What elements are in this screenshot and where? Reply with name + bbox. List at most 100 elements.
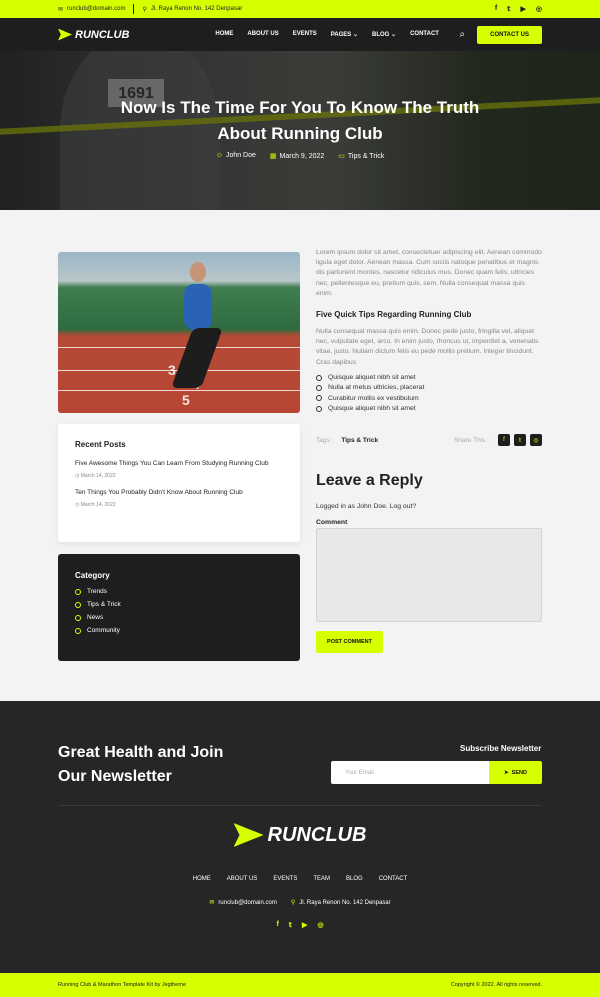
topbar-email[interactable]: ✉ runclub@domain.com bbox=[58, 6, 125, 13]
recent-post-date: ◷ March 14, 2022 bbox=[75, 502, 283, 508]
nav-item-events[interactable]: EVENTS bbox=[293, 31, 317, 38]
circle-check-icon bbox=[316, 384, 322, 391]
user-icon: ☺ bbox=[215, 152, 223, 159]
nav-item-blog-label: BLOG bbox=[372, 32, 390, 38]
footer-socials: f 𝕥 ▶ ◎ bbox=[0, 921, 600, 929]
recent-post-date-text: March 14, 2022 bbox=[80, 473, 116, 479]
newsletter-email-input[interactable]: Your Email bbox=[331, 761, 489, 784]
footer-logo[interactable]: RUNCLUB bbox=[0, 823, 600, 847]
newsletter-send-button[interactable]: ➤ SEND bbox=[489, 761, 542, 784]
category-item-trends[interactable]: Trends bbox=[75, 588, 283, 595]
recent-posts-heading: Recent Posts bbox=[75, 440, 126, 449]
nav-item-home[interactable]: HOME bbox=[215, 31, 233, 38]
nav-item-contact[interactable]: CONTACT bbox=[410, 31, 439, 38]
footer-nav-team[interactable]: TEAM bbox=[313, 876, 330, 882]
checklist-item-text: Quisque aliquet nibh sit amet bbox=[328, 374, 416, 381]
runner-figure bbox=[171, 258, 223, 408]
post-featured-image: 3 4 5 bbox=[58, 252, 300, 413]
runclub-logo-icon bbox=[233, 823, 264, 847]
top-bar: ✉ runclub@domain.com ⚲ Jl. Raya Renon No… bbox=[0, 0, 600, 18]
facebook-icon[interactable]: f bbox=[495, 5, 497, 13]
search-icon[interactable]: ⌕ bbox=[460, 29, 466, 40]
footer-divider bbox=[58, 805, 542, 806]
post-title: Now Is The Time For You To Know The Trut… bbox=[0, 95, 600, 147]
recent-post-title[interactable]: Five Awesome Things You Can Learn From S… bbox=[75, 459, 283, 469]
circle-check-icon bbox=[316, 374, 322, 381]
footer-email[interactable]: ✉ runclub@domain.com bbox=[209, 899, 276, 906]
category-item-label: Tips & Trick bbox=[87, 601, 121, 608]
instagram-icon[interactable]: ◎ bbox=[536, 5, 542, 13]
category-item-tips[interactable]: Tips & Trick bbox=[75, 601, 283, 608]
post-comment-button[interactable]: POST COMMENT bbox=[316, 631, 383, 653]
post-title-line1: Now Is The Time For You To Know The Trut… bbox=[120, 98, 480, 117]
footer-nav-contact[interactable]: CONTACT bbox=[379, 876, 408, 882]
article-subheading: Five Quick Tips Regarding Running Club bbox=[316, 310, 472, 319]
instagram-icon[interactable]: ◎ bbox=[317, 921, 323, 929]
nav-item-blog[interactable]: BLOG ⌄ bbox=[372, 31, 396, 38]
youtube-icon[interactable]: ▶ bbox=[521, 5, 526, 13]
bottom-bar: Running Club & Marathon Template Kit by … bbox=[0, 973, 600, 997]
chevron-down-icon: ⌄ bbox=[391, 32, 397, 38]
circle-check-icon bbox=[316, 395, 322, 402]
contact-us-button[interactable]: CONTACT US bbox=[477, 25, 542, 44]
checklist-item: Quisque aliquet nibh sit amet bbox=[316, 405, 424, 412]
post-category-text: Tips & Trick bbox=[347, 153, 385, 160]
map-pin-icon: ⚲ bbox=[290, 900, 296, 906]
twitter-icon[interactable]: 𝕥 bbox=[514, 434, 526, 446]
newsletter-headline: Great Health and Join Our Newsletter bbox=[58, 741, 223, 789]
topbar-address-text: Jl. Raya Renon No. 142 Denpasar bbox=[150, 6, 243, 12]
comment-label: Comment bbox=[316, 519, 348, 526]
share-label: Share This : bbox=[454, 436, 489, 444]
tag-link[interactable]: Tips & Trick bbox=[341, 437, 378, 444]
article-checklist: Quisque aliquet nibh sit amet Nulla at m… bbox=[316, 374, 424, 416]
footer-address-text: Jl. Raya Renon No. 142 Denpasar bbox=[299, 900, 391, 906]
nav-item-about[interactable]: ABOUT US bbox=[247, 31, 278, 38]
category-item-community[interactable]: Community bbox=[75, 627, 283, 634]
twitter-icon[interactable]: 𝕥 bbox=[507, 5, 510, 13]
leave-reply-heading: Leave a Reply bbox=[316, 472, 423, 489]
category-item-news[interactable]: News bbox=[75, 614, 283, 621]
article-body: Nulla consequat massa quis enim. Donec p… bbox=[316, 328, 539, 366]
twitter-icon[interactable]: 𝕥 bbox=[289, 921, 292, 929]
facebook-icon[interactable]: f bbox=[276, 921, 278, 929]
footer-nav-events[interactable]: EVENTS bbox=[273, 876, 297, 882]
clock-icon: ◷ bbox=[75, 502, 80, 508]
post-author[interactable]: ☺ John Doe bbox=[216, 152, 256, 160]
clock-icon: ◷ bbox=[75, 473, 80, 479]
circle-check-icon bbox=[75, 588, 81, 595]
instagram-icon[interactable]: ◎ bbox=[530, 434, 542, 446]
youtube-icon[interactable]: ▶ bbox=[302, 921, 307, 929]
nav-item-pages[interactable]: PAGES ⌄ bbox=[331, 31, 358, 38]
newsletter-headline-line2: Our Newsletter bbox=[58, 768, 172, 785]
logged-in-text[interactable]: Logged in as John Doe. Log out? bbox=[316, 503, 416, 510]
recent-posts-widget: Recent Posts Five Awesome Things You Can… bbox=[58, 424, 300, 542]
recent-post-item[interactable]: Ten Things You Probably Didn't Know Abou… bbox=[75, 488, 283, 508]
mail-icon: ✉ bbox=[209, 900, 215, 906]
calendar-icon: ▦ bbox=[269, 153, 277, 160]
content-section: 3 4 5 Recent Posts Five Awesome Things Y… bbox=[0, 210, 600, 701]
topbar-address: ⚲ Jl. Raya Renon No. 142 Denpasar bbox=[142, 6, 242, 13]
recent-post-title[interactable]: Ten Things You Probably Didn't Know Abou… bbox=[75, 488, 283, 498]
footer-nav-blog[interactable]: BLOG bbox=[346, 876, 363, 882]
footer-nav-about[interactable]: ABOUT US bbox=[227, 876, 258, 882]
recent-post-item[interactable]: Five Awesome Things You Can Learn From S… bbox=[75, 459, 283, 479]
comment-textarea[interactable] bbox=[316, 528, 542, 622]
circle-check-icon bbox=[75, 627, 81, 634]
brand-name: RUNCLUB bbox=[75, 28, 130, 41]
topbar-socials: f 𝕥 ▶ ◎ bbox=[495, 5, 542, 13]
post-category[interactable]: ▭ Tips & Trick bbox=[338, 152, 384, 160]
tags-label: Tags : bbox=[316, 436, 334, 444]
facebook-icon[interactable]: f bbox=[498, 434, 510, 446]
newsletter-headline-line1: Great Health and Join bbox=[58, 744, 224, 761]
credit-text: Running Club & Marathon Template Kit by … bbox=[58, 982, 186, 988]
post-title-line2: About Running Club bbox=[217, 124, 383, 143]
footer-email-text: runclub@domain.com bbox=[218, 900, 277, 906]
footer-nav-home[interactable]: HOME bbox=[193, 876, 211, 882]
brand-logo[interactable]: RUNCLUB bbox=[58, 28, 130, 41]
post-meta: ☺ John Doe ▦ March 9, 2022 ▭ Tips & Trick bbox=[0, 152, 600, 160]
nav-item-pages-label: PAGES bbox=[330, 32, 352, 38]
post-date: ▦ March 9, 2022 bbox=[270, 152, 324, 160]
send-icon: ➤ bbox=[504, 769, 509, 776]
category-item-label: Trends bbox=[87, 588, 107, 595]
main-nav: RUNCLUB HOME ABOUT US EVENTS PAGES ⌄ BLO… bbox=[0, 18, 600, 51]
